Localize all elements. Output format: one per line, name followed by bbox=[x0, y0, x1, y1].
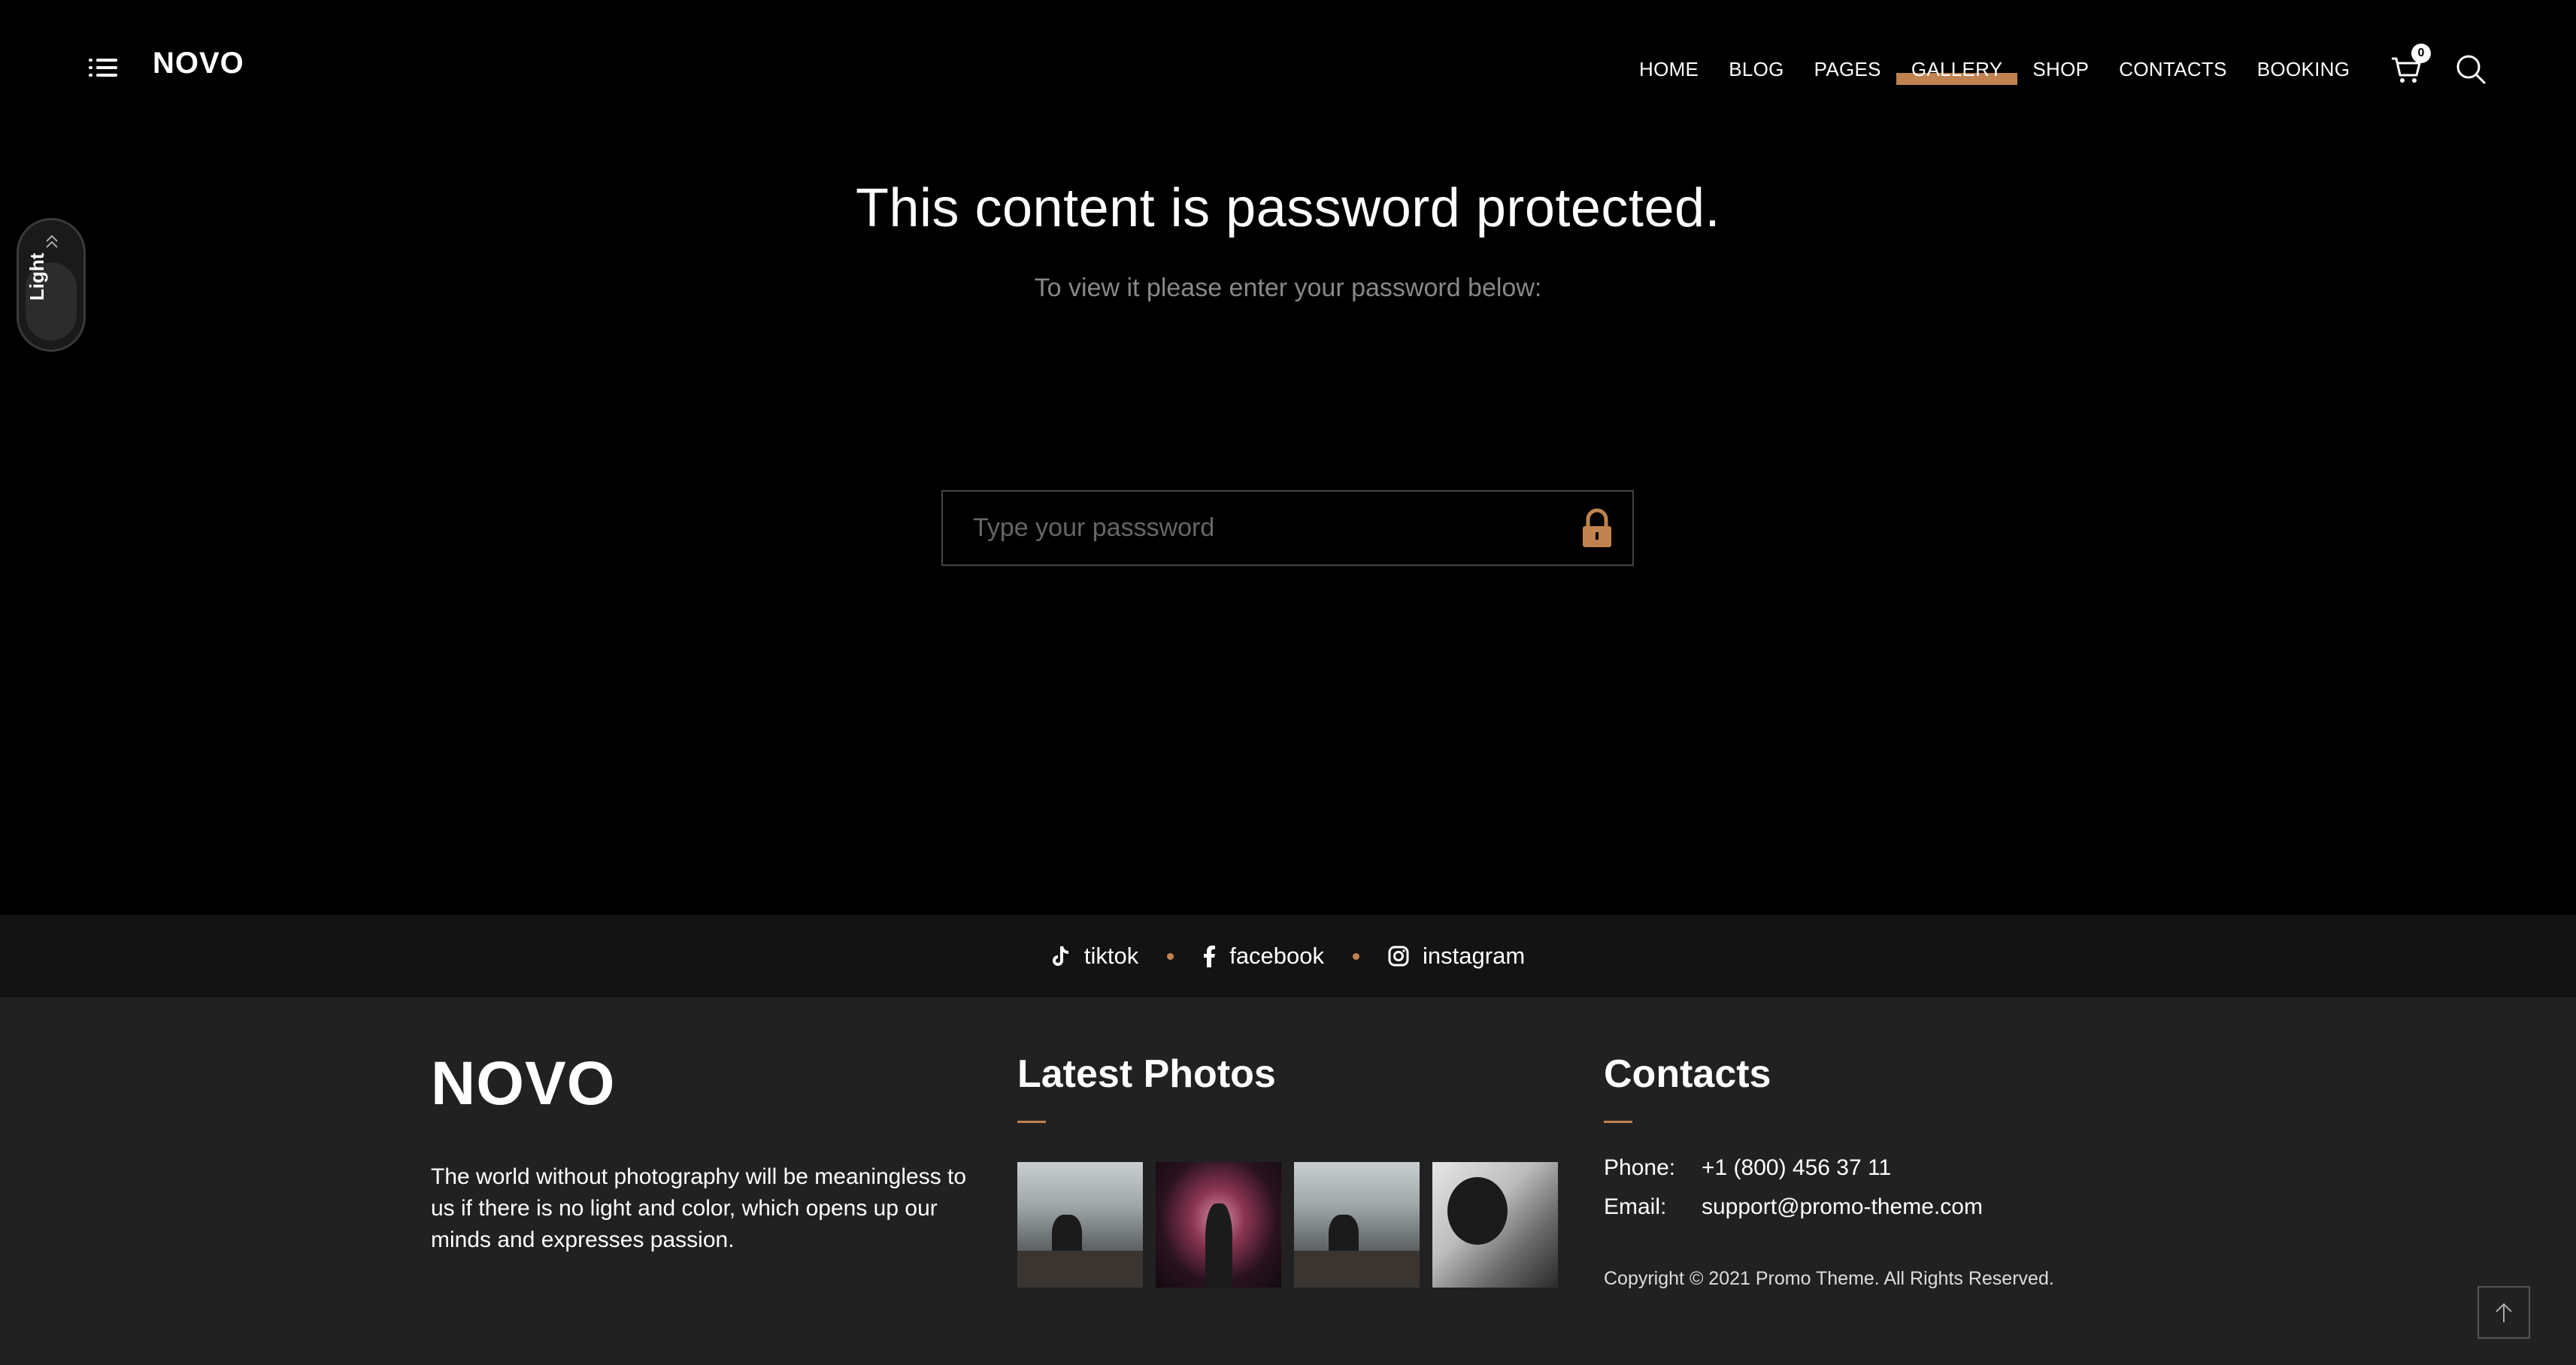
photo-thumbnail[interactable] bbox=[1017, 1162, 1143, 1288]
cart-count-badge: 0 bbox=[2411, 44, 2431, 63]
footer-about-text: The world without photography will be me… bbox=[431, 1164, 967, 1252]
separator-dot bbox=[1167, 952, 1174, 960]
social-bar: tiktok facebook instagram bbox=[0, 915, 2576, 997]
nav-blog[interactable]: BLOG bbox=[1729, 58, 1784, 81]
nav-booking[interactable]: BOOKING bbox=[2257, 58, 2350, 81]
page-title: This content is password protected. bbox=[855, 178, 1721, 238]
contacts-heading: Contacts bbox=[1604, 1052, 1771, 1096]
password-form bbox=[941, 490, 1634, 566]
facebook-icon bbox=[1204, 946, 1216, 967]
social-link-tiktok[interactable]: tiktok bbox=[1051, 943, 1138, 970]
site-logo[interactable]: NOVO bbox=[153, 47, 244, 80]
copyright-text: Copyright © 2021 Promo Theme. All Rights… bbox=[1604, 1268, 2054, 1289]
phone-value[interactable]: +1 (800) 456 37 11 bbox=[1702, 1155, 1891, 1181]
heading-underline bbox=[1604, 1121, 1632, 1123]
nav-contacts[interactable]: CONTACTS bbox=[2119, 58, 2226, 81]
lock-icon[interactable] bbox=[1580, 508, 1614, 549]
contact-phone-row: Phone: +1 (800) 456 37 11 bbox=[1604, 1155, 1891, 1181]
phone-label: Phone: bbox=[1604, 1155, 1676, 1180]
photo-thumbnail[interactable] bbox=[1294, 1162, 1420, 1288]
nav-home[interactable]: HOME bbox=[1639, 58, 1699, 81]
photo-thumbnail[interactable] bbox=[1156, 1162, 1281, 1288]
social-link-instagram[interactable]: instagram bbox=[1388, 943, 1525, 970]
social-label-facebook: facebook bbox=[1229, 943, 1325, 969]
tiktok-icon bbox=[1052, 946, 1068, 966]
heading-underline bbox=[1017, 1121, 1046, 1123]
arrow-up-icon bbox=[2496, 1303, 2512, 1322]
photo-thumbnail[interactable] bbox=[1432, 1162, 1558, 1288]
contact-email-row: Email: support@promo-theme.com bbox=[1604, 1194, 1983, 1220]
back-to-top-button[interactable] bbox=[2478, 1286, 2530, 1339]
email-label: Email: bbox=[1604, 1194, 1667, 1219]
social-label-instagram: instagram bbox=[1423, 943, 1526, 969]
hamburger-icon[interactable] bbox=[89, 57, 117, 78]
search-icon[interactable] bbox=[2454, 53, 2487, 86]
main-nav: HOME BLOG PAGES GALLERY SHOP CONTACTS BO… bbox=[1639, 54, 2380, 85]
instagram-icon bbox=[1388, 946, 1409, 967]
page-subtitle: To view it please enter your password be… bbox=[1034, 274, 1542, 302]
password-input[interactable] bbox=[973, 492, 1559, 564]
nav-gallery[interactable]: GALLERY bbox=[1896, 58, 2017, 85]
site-header: NOVO HOME BLOG PAGES GALLERY SHOP CONTAC… bbox=[0, 0, 2576, 135]
site-footer: NOVO The world without photography will … bbox=[0, 997, 2576, 1365]
latest-photos-heading: Latest Photos bbox=[1017, 1052, 1276, 1096]
nav-pages[interactable]: PAGES bbox=[1814, 58, 1881, 81]
separator-dot bbox=[1353, 952, 1360, 960]
nav-shop[interactable]: SHOP bbox=[2032, 58, 2089, 81]
latest-photos-grid bbox=[1017, 1162, 1558, 1288]
footer-logo[interactable]: NOVO bbox=[431, 1049, 615, 1119]
social-label-tiktok: tiktok bbox=[1083, 943, 1139, 969]
social-link-facebook[interactable]: facebook bbox=[1202, 943, 1324, 970]
email-value[interactable]: support@promo-theme.com bbox=[1702, 1194, 1983, 1220]
